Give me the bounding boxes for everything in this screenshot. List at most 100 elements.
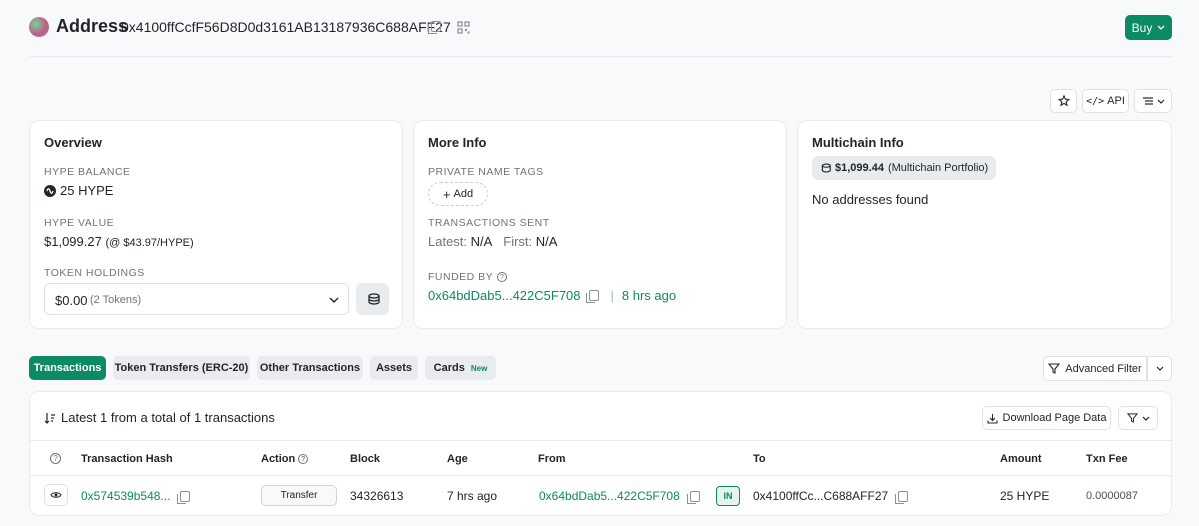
direction-badge: IN <box>716 486 740 506</box>
chevron-down-icon <box>329 297 339 303</box>
address-avatar <box>29 17 49 37</box>
hype-balance: 25 HYPE <box>44 183 113 198</box>
tx-fee: 0.0000087 <box>1086 490 1138 502</box>
copy-address-icon[interactable] <box>428 21 441 34</box>
tab-label: Assets <box>375 362 413 374</box>
tx-sent-label: TRANSACTIONS SENT <box>428 217 550 229</box>
advanced-filter-dropdown[interactable] <box>1147 356 1172 381</box>
token-holdings-button[interactable] <box>356 283 389 315</box>
sort-icon <box>44 412 55 424</box>
separator: | <box>610 288 614 303</box>
chevron-down-icon <box>1142 416 1149 421</box>
tab-transactions[interactable]: Transactions <box>29 356 106 380</box>
filter-icon <box>1048 363 1061 374</box>
tx-hash-link[interactable]: 0x574539b548... <box>81 489 170 503</box>
filter-icon <box>1126 413 1138 423</box>
funded-age-link[interactable]: 8 hrs ago <box>622 288 676 303</box>
tx-summary-text: Latest 1 from a total of 1 transactions <box>61 410 275 425</box>
more-info-title: More Info <box>428 135 487 150</box>
overview-card: Overview HYPE BALANCE 25 HYPE HYPE VALUE… <box>29 120 403 329</box>
col-to: To <box>753 453 766 465</box>
download-label: Download Page Data <box>1002 412 1107 424</box>
col-fee[interactable]: Txn Fee <box>1086 453 1128 465</box>
hype-balance-label: HYPE BALANCE <box>44 166 131 178</box>
advanced-filter-button[interactable]: Advanced Filter <box>1043 356 1147 381</box>
api-button[interactable]: </> API <box>1082 89 1129 113</box>
token-holdings-dropdown[interactable]: $0.00 (2 Tokens) <box>44 283 349 315</box>
col-hash: Transaction Hash <box>81 453 173 465</box>
coins-icon <box>367 293 380 305</box>
tx-sent-values: Latest: N/A First: N/A <box>428 234 557 249</box>
buy-button[interactable]: Buy <box>1125 15 1172 40</box>
portfolio-label: (Multichain Portfolio) <box>887 162 989 174</box>
tab-cards[interactable]: Cards New <box>425 356 496 380</box>
no-addresses-text: No addresses found <box>812 192 929 207</box>
from-cell: 0x64bdDab5...422C5F708 <box>539 489 700 504</box>
holdings-count: (2 Tokens) <box>90 294 142 306</box>
hype-rate: (@ $43.97/HYPE) <box>105 237 194 249</box>
copy-icon[interactable] <box>177 490 191 504</box>
col-action[interactable]: Action ? <box>261 453 309 465</box>
block-link[interactable]: 34326613 <box>350 489 403 503</box>
coins-icon <box>821 163 831 173</box>
tab-label: Other Transactions <box>259 362 361 374</box>
token-holdings-label: TOKEN HOLDINGS <box>44 267 145 279</box>
col-age[interactable]: Age <box>447 453 468 465</box>
help-icon[interactable]: ? <box>497 272 508 282</box>
hype-value: $1,099.27 (@ $43.97/HYPE) <box>44 234 194 249</box>
copy-icon[interactable] <box>585 290 599 303</box>
funded-by-info: 0x64bdDab5...422C5F708 | 8 hrs ago <box>428 288 676 303</box>
api-label: API <box>1107 95 1125 107</box>
more-info-card: More Info PRIVATE NAME TAGS + Add TRANSA… <box>413 120 787 329</box>
transactions-panel: Latest 1 from a total of 1 transactions … <box>29 391 1173 516</box>
hype-value-label: HYPE VALUE <box>44 217 115 229</box>
holdings-amount: $0.00 <box>55 293 88 308</box>
tab-token-transfers[interactable]: Token Transfers (ERC-20) <box>113 356 250 380</box>
chevron-down-icon <box>1157 99 1164 104</box>
overview-title: Overview <box>44 135 102 150</box>
help-icon[interactable]: ? <box>50 453 61 464</box>
action-badge: Transfer <box>261 485 337 506</box>
help-icon: ? <box>298 454 309 464</box>
from-address-link[interactable]: 0x64bdDab5...422C5F708 <box>539 489 680 503</box>
table-row: 0x574539b548... <box>81 489 191 504</box>
download-icon <box>986 413 998 424</box>
first-value: N/A <box>535 234 558 249</box>
table-divider <box>30 440 1173 441</box>
address-hash: 0x4100ffCcfF56D8D0d3161AB13187936C688AFF… <box>121 19 451 35</box>
favorite-button[interactable] <box>1050 89 1077 113</box>
chevron-down-icon <box>1156 366 1163 371</box>
portfolio-value: $1,099.44 <box>835 162 884 174</box>
funded-by-label: FUNDED BY <box>428 271 494 283</box>
copy-icon[interactable] <box>686 490 700 504</box>
more-options-button[interactable] <box>1134 89 1172 113</box>
qr-code-icon[interactable] <box>456 20 470 34</box>
funded-by-address-link[interactable]: 0x64bdDab5...422C5F708 <box>428 288 581 303</box>
plus-icon: + <box>442 186 451 202</box>
new-badge: New <box>470 363 488 373</box>
star-icon <box>1057 95 1070 107</box>
first-label: First: <box>503 234 533 249</box>
col-action-label: Action <box>261 453 296 465</box>
page-title: Address <box>56 16 129 36</box>
table-filter-button[interactable] <box>1118 406 1158 430</box>
tx-summary: Latest 1 from a total of 1 transactions <box>44 410 275 425</box>
tx-age: 7 hrs ago <box>447 489 498 503</box>
download-page-data-button[interactable]: Download Page Data <box>982 406 1111 430</box>
funded-by-row: FUNDED BY ? <box>428 271 508 283</box>
multichain-portfolio-badge[interactable]: $1,099.44 (Multichain Portfolio) <box>812 156 997 180</box>
copy-icon[interactable] <box>895 490 909 504</box>
add-tag-button[interactable]: + Add <box>428 182 488 206</box>
tab-assets[interactable]: Assets <box>370 356 418 380</box>
tab-other-transactions[interactable]: Other Transactions <box>257 356 363 380</box>
hype-token-icon <box>44 184 56 197</box>
tx-amount: 25 HYPE <box>1000 489 1050 503</box>
preview-button[interactable] <box>44 484 68 506</box>
eye-icon <box>50 492 62 498</box>
table-divider <box>30 475 1173 476</box>
tab-label: Token Transfers (ERC-20) <box>114 362 249 374</box>
multichain-card: Multichain Info $1,099.44 (Multichain Po… <box>797 120 1172 329</box>
to-address: 0x4100ffCc...C688AFF27 <box>753 489 889 503</box>
col-amount[interactable]: Amount <box>1000 453 1042 465</box>
list-icon <box>1142 97 1153 105</box>
